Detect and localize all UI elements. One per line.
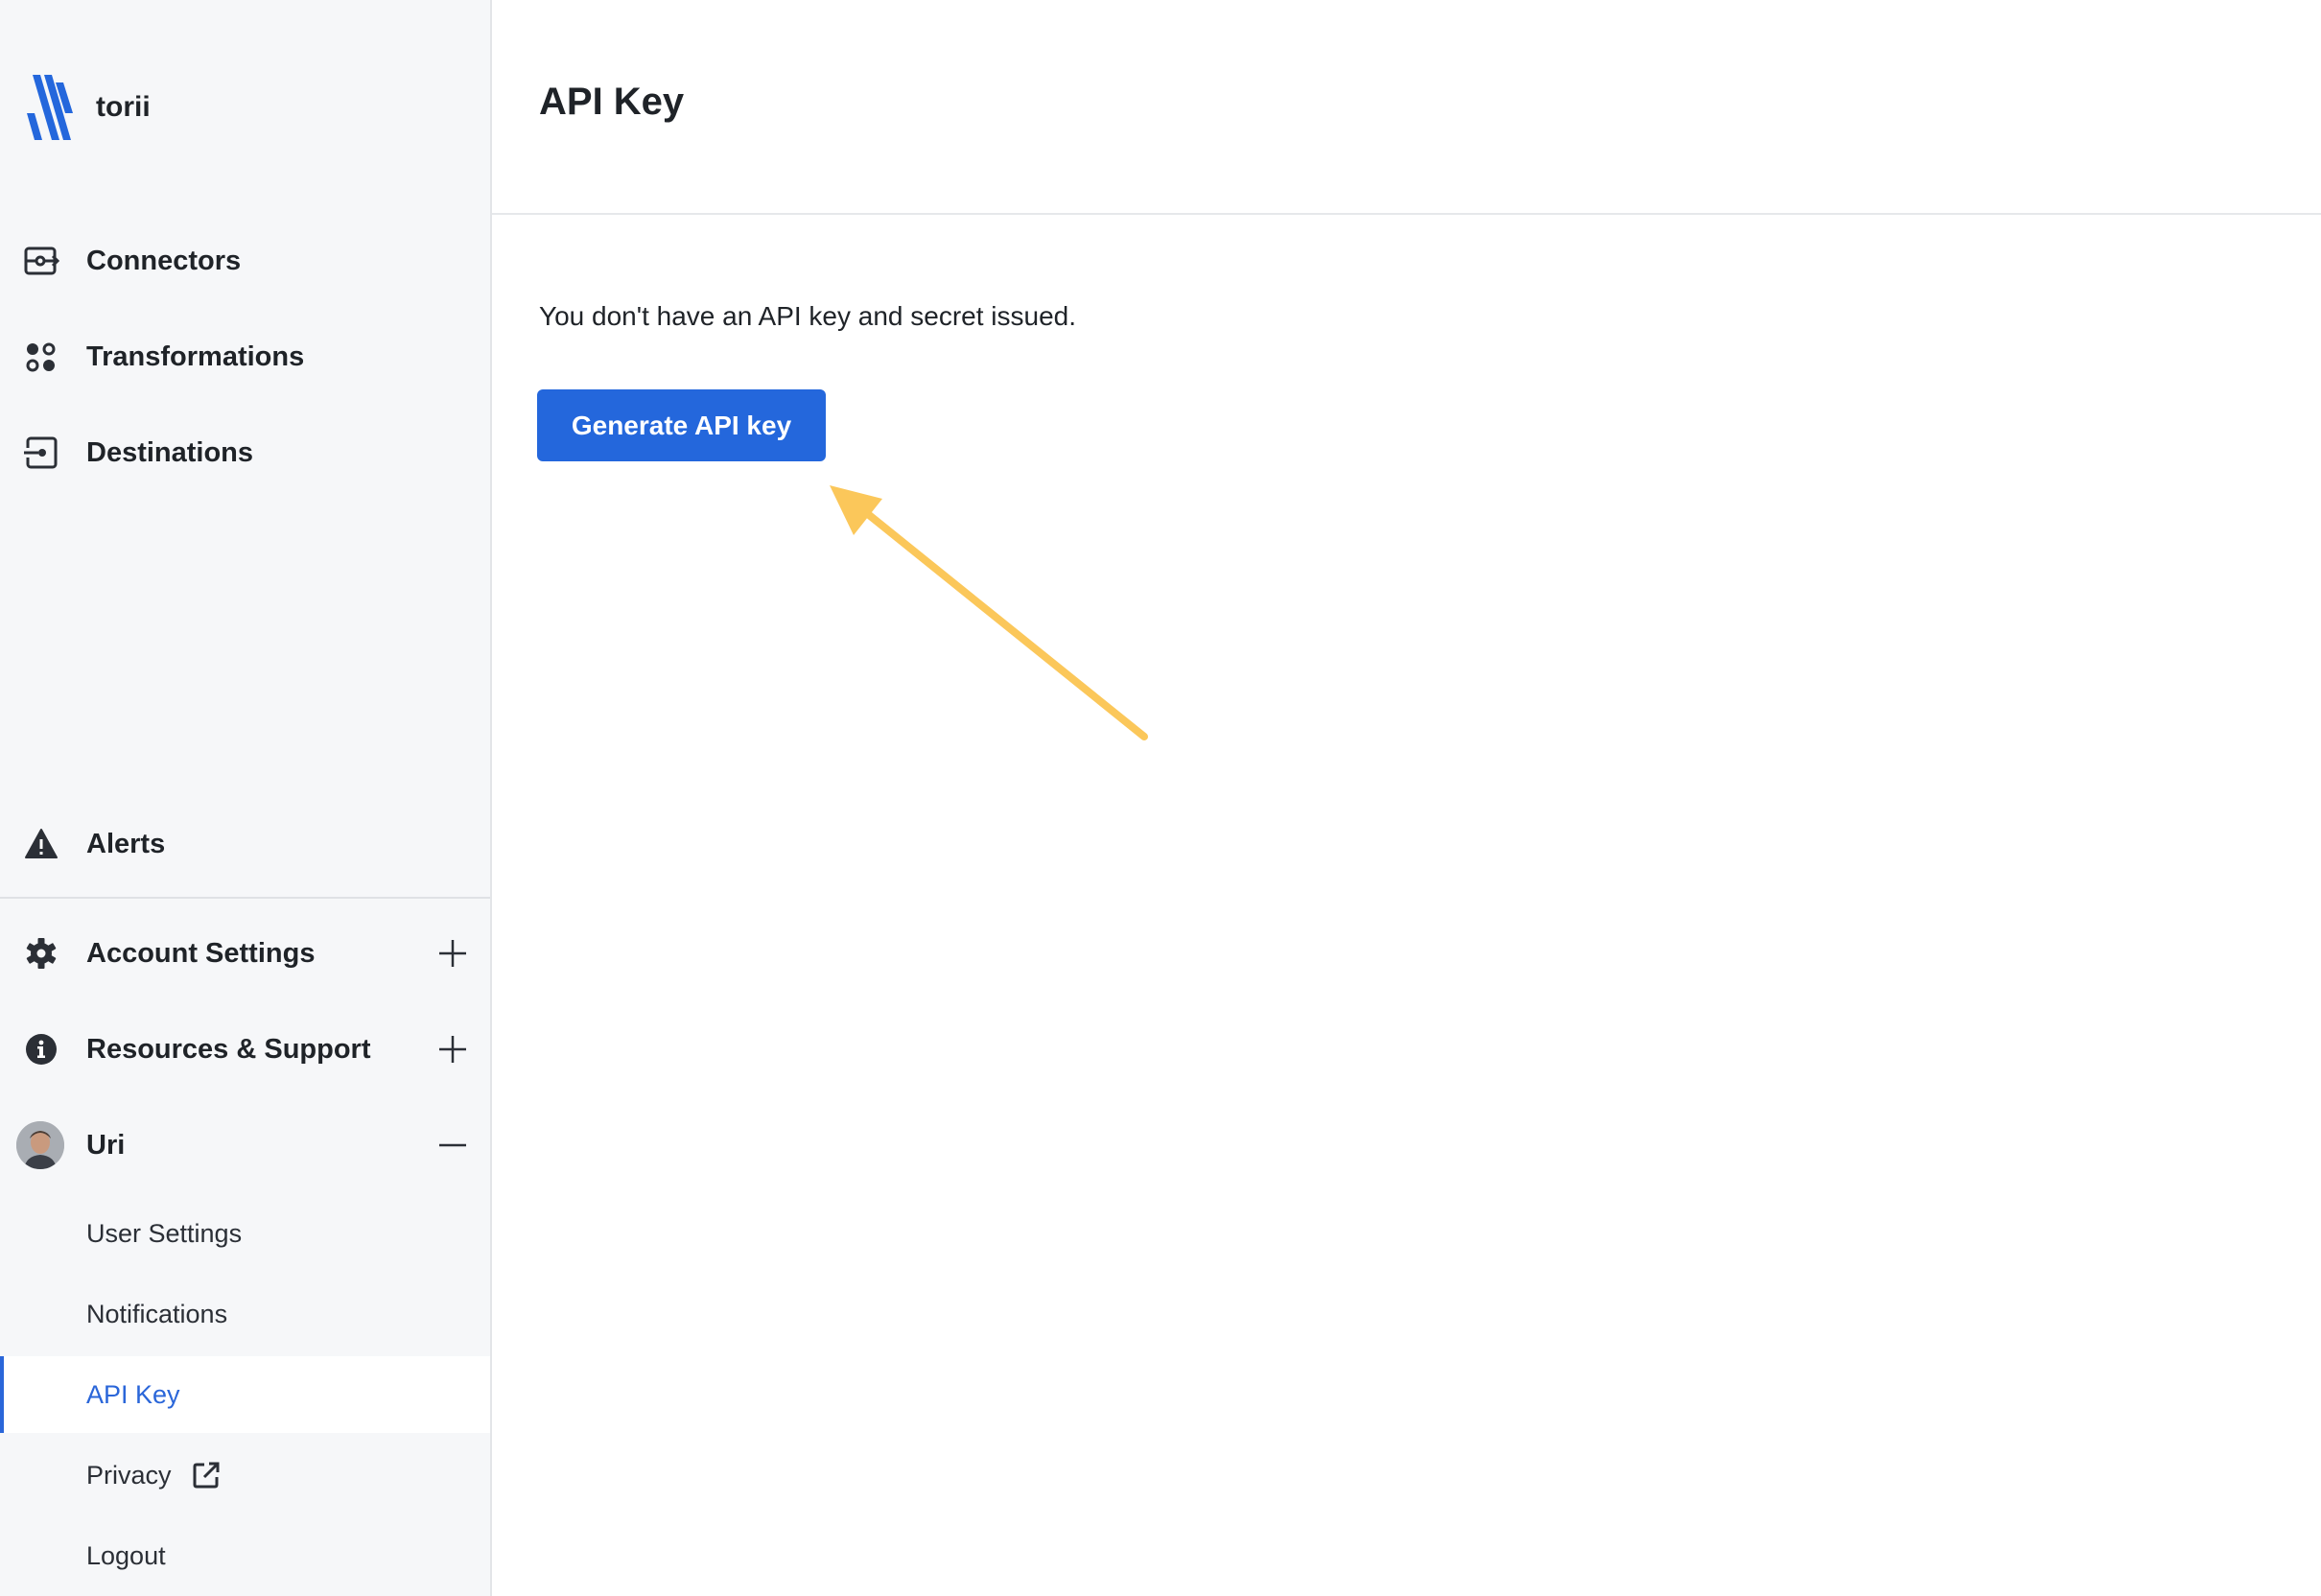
- avatar: [16, 1121, 64, 1169]
- sidebar-subitem-label: User Settings: [86, 1218, 243, 1248]
- connectors-icon: [23, 243, 59, 279]
- sidebar-subitem-privacy[interactable]: Privacy: [0, 1437, 490, 1514]
- expand-plus-icon[interactable]: [434, 1030, 472, 1068]
- sidebar-item-label: Resources & Support: [86, 1033, 371, 1065]
- sidebar-subitem-label: Notifications: [86, 1299, 228, 1328]
- main-content: API Key You don't have an API key and se…: [492, 0, 2321, 1596]
- annotation-arrow-icon: [830, 485, 1148, 740]
- sidebar-subitem-notifications[interactable]: Notifications: [0, 1276, 490, 1352]
- warning-icon: [23, 826, 59, 862]
- sidebar-subitem-label: API Key: [86, 1379, 180, 1409]
- sidebar-item-label: Alerts: [86, 828, 166, 859]
- info-icon: [23, 1031, 59, 1068]
- sidebar-item-label: Transformations: [86, 340, 305, 372]
- collapse-minus-icon[interactable]: [434, 1126, 472, 1164]
- external-link-icon: [191, 1460, 222, 1490]
- sidebar: torii Connectors Transformations Destina…: [0, 0, 492, 1596]
- sidebar-item-account-settings[interactable]: Account Settings: [0, 915, 490, 992]
- sidebar-item-label: Uri: [86, 1129, 126, 1161]
- sidebar-subitem-api-key[interactable]: API Key: [0, 1356, 490, 1433]
- active-indicator: [0, 1356, 4, 1433]
- sidebar-divider: [0, 897, 490, 899]
- page-title: API Key: [539, 81, 685, 123]
- sidebar-subitem-label: Logout: [86, 1540, 166, 1570]
- sidebar-item-connectors[interactable]: Connectors: [0, 223, 490, 299]
- sidebar-item-user[interactable]: Uri: [0, 1107, 490, 1184]
- gear-icon: [23, 935, 59, 972]
- expand-plus-icon[interactable]: [434, 934, 472, 973]
- sidebar-item-label: Account Settings: [86, 937, 316, 969]
- sidebar-item-alerts[interactable]: Alerts: [0, 806, 490, 882]
- destinations-icon: [23, 434, 59, 471]
- transformations-icon: [23, 339, 59, 375]
- sidebar-subitem-label: Privacy: [86, 1460, 172, 1490]
- torii-logo-icon: [27, 75, 73, 140]
- sidebar-item-resources-support[interactable]: Resources & Support: [0, 1011, 490, 1088]
- sidebar-item-label: Destinations: [86, 436, 254, 468]
- sidebar-item-transformations[interactable]: Transformations: [0, 318, 490, 395]
- brand-name: torii: [96, 91, 151, 123]
- sidebar-subitem-privacy-label: Privacy: [86, 1460, 222, 1490]
- empty-state-message: You don't have an API key and secret iss…: [539, 301, 1077, 331]
- app-window: torii Connectors Transformations Destina…: [0, 0, 2321, 1596]
- brand[interactable]: torii: [27, 75, 151, 140]
- generate-api-key-button[interactable]: Generate API key: [537, 389, 826, 461]
- sidebar-subitem-user-settings[interactable]: User Settings: [0, 1195, 490, 1272]
- sidebar-subitem-logout[interactable]: Logout: [0, 1517, 490, 1594]
- page-header: API Key: [492, 0, 2321, 215]
- sidebar-item-label: Connectors: [86, 245, 242, 276]
- sidebar-item-destinations[interactable]: Destinations: [0, 414, 490, 491]
